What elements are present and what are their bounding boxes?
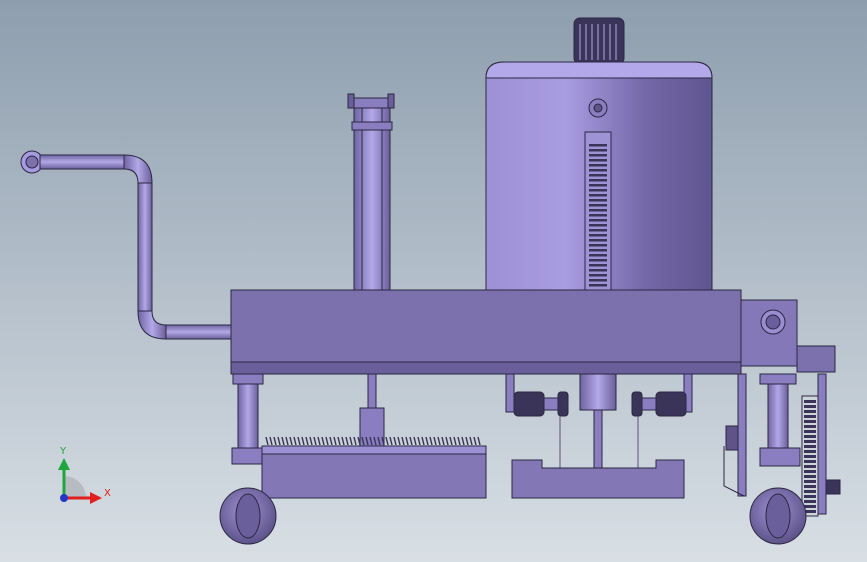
vent-slot <box>589 179 607 182</box>
chain-link <box>804 485 816 488</box>
vent-slot <box>589 274 607 277</box>
vent-slot <box>589 194 607 197</box>
vent-slot <box>589 284 607 287</box>
chain-link <box>804 450 816 453</box>
vent-slot <box>589 219 607 222</box>
vent-slot <box>589 279 607 282</box>
vent-slot <box>589 264 607 267</box>
chain-link <box>804 405 816 408</box>
left-actuator-rod <box>367 373 377 411</box>
vent-slot <box>589 234 607 237</box>
pneumatic-cylinder[interactable] <box>347 93 395 291</box>
chain-link <box>804 465 816 468</box>
chain-link <box>804 430 816 433</box>
center-shaft <box>593 409 603 469</box>
chain-link <box>804 500 816 503</box>
vent-slot <box>589 184 607 187</box>
vent-slot <box>589 249 607 252</box>
cylinder-barrel <box>353 107 391 291</box>
chain-link <box>804 470 816 473</box>
vent-slot <box>589 199 607 202</box>
chain-link <box>804 420 816 423</box>
chain-link <box>804 505 816 508</box>
vent-slot <box>589 239 607 242</box>
chain-link <box>804 480 816 483</box>
vent-slot <box>589 154 607 157</box>
cad-viewport[interactable]: Y X <box>0 0 867 562</box>
chain-link <box>804 475 816 478</box>
vent-slot <box>589 229 607 232</box>
chain-link <box>804 415 816 418</box>
vent-slot <box>589 224 607 227</box>
left-roller-pair <box>513 391 569 417</box>
chain-link <box>804 410 816 413</box>
left-wheel[interactable] <box>219 487 277 545</box>
chain-link <box>804 400 816 403</box>
vent-slot <box>589 144 607 147</box>
drive-chain <box>804 400 816 513</box>
vent-slot <box>589 174 607 177</box>
vent-slot <box>589 269 607 272</box>
vent-slot <box>589 244 607 247</box>
vent-slot <box>589 149 607 152</box>
vent-slot <box>589 169 607 172</box>
chain-link <box>804 435 816 438</box>
pipe-vertical-segment <box>137 182 153 312</box>
vent-slot <box>589 214 607 217</box>
chain-link <box>804 440 816 443</box>
right-leg <box>767 383 789 451</box>
right-roller-pair <box>631 391 687 417</box>
vent-slot <box>589 254 607 257</box>
chain-link <box>804 490 816 493</box>
right-wheel[interactable] <box>749 487 807 545</box>
main-frame[interactable] <box>230 289 836 375</box>
vent-slot <box>589 189 607 192</box>
chain-link <box>804 455 816 458</box>
tank-lid <box>485 61 713 79</box>
vent-slots <box>589 144 607 287</box>
vent-slot <box>589 209 607 212</box>
vent-slot <box>589 204 607 207</box>
y-axis-label: Y <box>59 446 67 457</box>
frame-beam <box>230 289 742 375</box>
left-leg <box>237 383 259 451</box>
vent-slot <box>589 164 607 167</box>
pipe-top-segment <box>39 154 125 170</box>
center-shaft-housing <box>579 373 617 411</box>
z-axis-marker <box>60 494 68 502</box>
chain-link <box>804 460 816 463</box>
pipe-bottom-segment <box>165 324 233 340</box>
machine-assembly-view[interactable]: Y X <box>0 0 867 562</box>
chain-link <box>804 425 816 428</box>
chain-link <box>804 445 816 448</box>
x-axis-label: X <box>104 488 111 499</box>
chain-link <box>804 495 816 498</box>
vent-slot <box>589 259 607 262</box>
vent-slot <box>589 159 607 162</box>
